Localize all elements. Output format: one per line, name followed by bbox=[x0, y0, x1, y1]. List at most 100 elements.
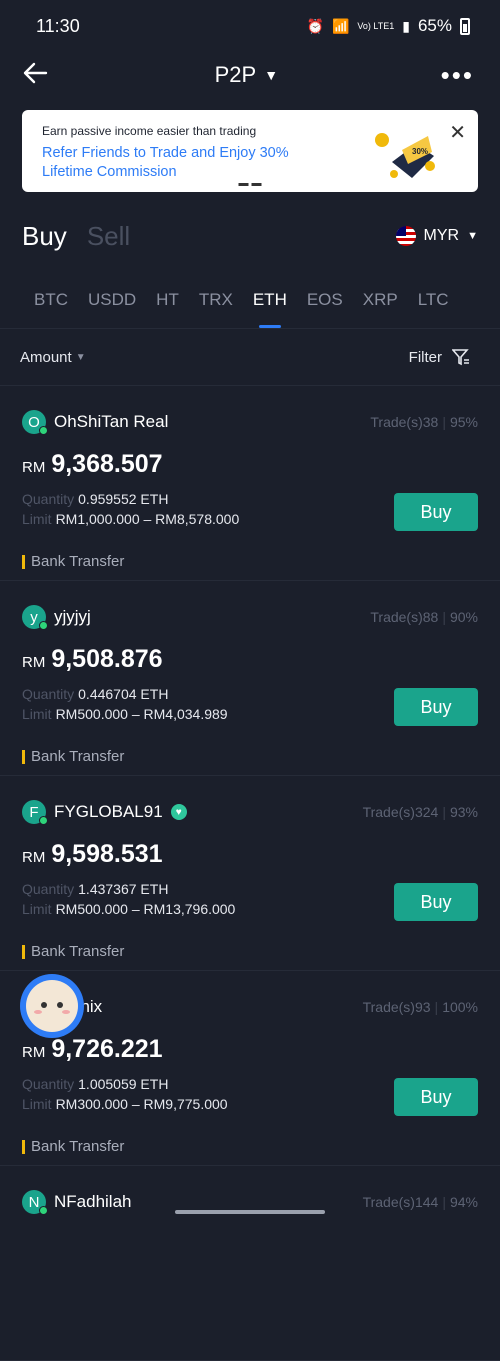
price-currency: RM bbox=[22, 459, 46, 476]
quantity-label: Quantity bbox=[22, 881, 75, 897]
merchant-stats: Trade(s)144 | 94% bbox=[362, 1194, 478, 1210]
coin-tabs: BTC USDD HT TRX ETH EOS XRP LTC bbox=[0, 272, 500, 329]
merchant-stats: Trade(s)93 | 100% bbox=[362, 999, 478, 1015]
payment-method: Bank Transfer bbox=[22, 1138, 124, 1155]
payment-indicator bbox=[22, 749, 25, 764]
quantity-value: 1.005059 ETH bbox=[78, 1076, 169, 1092]
close-icon[interactable]: ✕ bbox=[449, 120, 466, 145]
price-currency: RM bbox=[22, 849, 46, 866]
banner-pager bbox=[238, 183, 262, 186]
offer-price: RM 9,726.221 bbox=[22, 1035, 478, 1064]
offer-row: y yjyjyj Trade(s)88 | 90% RM 9,508.876 Qua… bbox=[0, 581, 500, 776]
page-title[interactable]: P2P ▼ bbox=[215, 62, 278, 88]
banner-badge-text: 30% bbox=[412, 147, 428, 156]
filter-label: Filter bbox=[408, 348, 442, 366]
promo-banner[interactable]: Earn passive income easier than trading … bbox=[22, 110, 478, 192]
banner-headline: Refer Friends to Trade and Enjoy 30% Lif… bbox=[42, 145, 289, 180]
tab-coin-eth[interactable]: ETH bbox=[253, 272, 287, 328]
chevron-down-icon: ▼ bbox=[467, 230, 478, 242]
tab-coin-ltc[interactable]: LTC bbox=[418, 272, 449, 328]
limit-value: RM1,000.000 – RM8,578.000 bbox=[55, 511, 240, 527]
limit-label: Limit bbox=[22, 706, 52, 722]
limit-value: RM500.000 – RM4,034.989 bbox=[55, 706, 228, 722]
quantity-label: Quantity bbox=[22, 1076, 75, 1092]
quantity-label: Quantity bbox=[22, 686, 75, 702]
merchant[interactable]: y yjyjyj bbox=[22, 605, 91, 630]
payment-indicator bbox=[22, 1139, 25, 1154]
floating-assistant-avatar[interactable] bbox=[20, 974, 84, 1038]
buy-button[interactable]: Buy bbox=[394, 1078, 478, 1116]
tab-coin-btc[interactable]: BTC bbox=[34, 272, 68, 328]
buy-button[interactable]: Buy bbox=[394, 688, 478, 726]
payment-method: Bank Transfer bbox=[22, 943, 124, 960]
gift-illustration-icon: 30% bbox=[375, 133, 435, 178]
merchant-name: FYGLOBAL91 bbox=[54, 802, 163, 821]
amount-filter[interactable]: Amount ▼ bbox=[20, 349, 86, 366]
payment-method-label: Bank Transfer bbox=[31, 943, 125, 960]
tab-coin-eos[interactable]: EOS bbox=[307, 272, 343, 328]
back-arrow-icon[interactable] bbox=[22, 58, 52, 92]
status-icons: ⏰ 📶 Vo) LTE1 ▮ 65% bbox=[307, 16, 470, 36]
buy-button[interactable]: Buy bbox=[394, 493, 478, 531]
payment-method: Bank Transfer bbox=[22, 748, 124, 765]
merchant-name: OhShiTan Real bbox=[54, 412, 169, 431]
buy-button[interactable]: Buy bbox=[394, 883, 478, 921]
tab-coin-usdd[interactable]: USDD bbox=[88, 272, 136, 328]
completion-rate: 93% bbox=[449, 804, 478, 820]
tab-buy[interactable]: Buy bbox=[22, 221, 67, 252]
merchant[interactable]: N NFadhilah bbox=[22, 1190, 132, 1215]
tab-coin-ht[interactable]: HT bbox=[156, 272, 179, 328]
more-options-icon[interactable]: ••• bbox=[441, 60, 474, 91]
wifi-icon: 📶 bbox=[331, 17, 350, 34]
filter-button[interactable]: Filter bbox=[409, 348, 470, 366]
page-title-text: P2P bbox=[214, 62, 257, 87]
price-currency: RM bbox=[22, 1044, 46, 1061]
merchant[interactable]: F FYGLOBAL91 ♥ bbox=[22, 800, 187, 825]
trade-count: Trade(s)324 bbox=[362, 804, 439, 820]
offer-row: O OhShiTan Real Trade(s)38 | 95% RM 9,368.… bbox=[0, 386, 500, 581]
network-label: Vo) LTE1 bbox=[357, 21, 395, 31]
offer-list: O OhShiTan Real Trade(s)38 | 95% RM 9,368.… bbox=[0, 386, 500, 1361]
limit-label: Limit bbox=[22, 1096, 52, 1112]
quantity-value: 1.437367 ETH bbox=[78, 881, 169, 897]
tab-sell[interactable]: Sell bbox=[87, 221, 130, 252]
currency-code: MYR bbox=[423, 227, 460, 244]
limit-label: Limit bbox=[22, 511, 52, 527]
offer-price: RM 9,598.531 bbox=[22, 840, 478, 869]
merchant-name: yjyjyj bbox=[54, 607, 91, 626]
completion-rate: 95% bbox=[449, 414, 478, 430]
tab-coin-trx[interactable]: TRX bbox=[199, 272, 233, 328]
chevron-down-icon: ▼ bbox=[264, 67, 279, 83]
payment-method-label: Bank Transfer bbox=[31, 748, 125, 765]
alarm-icon: ⏰ bbox=[306, 17, 324, 34]
mascot-face-icon bbox=[26, 980, 78, 1032]
limit-value: RM500.000 – RM13,796.000 bbox=[55, 901, 236, 917]
filter-bar: Amount ▼ Filter bbox=[0, 329, 500, 386]
payment-method: Bank Transfer bbox=[22, 553, 124, 570]
filter-icon bbox=[452, 349, 469, 366]
currency-selector[interactable]: MYR ▼ bbox=[395, 226, 478, 246]
completion-rate: 94% bbox=[449, 1194, 478, 1210]
home-indicator[interactable] bbox=[175, 1210, 325, 1214]
offer-row: F FYGLOBAL91 ♥ Trade(s)324 | 93% RM 9,598.… bbox=[0, 776, 500, 971]
avatar: O bbox=[22, 410, 48, 435]
avatar: F bbox=[22, 800, 48, 825]
avatar: y bbox=[22, 605, 48, 630]
offer-price: RM 9,508.876 bbox=[22, 645, 478, 674]
tab-coin-xrp[interactable]: XRP bbox=[363, 272, 398, 328]
battery-percent: 65% bbox=[417, 16, 452, 35]
trade-count: Trade(s)93 bbox=[362, 999, 431, 1015]
completion-rate: 100% bbox=[442, 999, 478, 1015]
merchant-name: NFadhilah bbox=[54, 1192, 132, 1211]
merchant-stats: Trade(s)38 | 95% bbox=[370, 414, 478, 430]
merchant[interactable]: O OhShiTan Real bbox=[22, 410, 169, 435]
price-value: 9,368.507 bbox=[51, 450, 163, 478]
merchant-stats: Trade(s)324 | 93% bbox=[362, 804, 478, 820]
signal-icon: ▮ bbox=[402, 17, 410, 34]
app-header: P2P ▼ ••• bbox=[0, 52, 500, 98]
trade-count: Trade(s)38 bbox=[370, 414, 439, 430]
trade-count: Trade(s)144 bbox=[362, 1194, 439, 1210]
price-value: 9,508.876 bbox=[51, 645, 163, 673]
price-value: 9,598.531 bbox=[51, 840, 163, 868]
price-value: 9,726.221 bbox=[51, 1035, 163, 1063]
